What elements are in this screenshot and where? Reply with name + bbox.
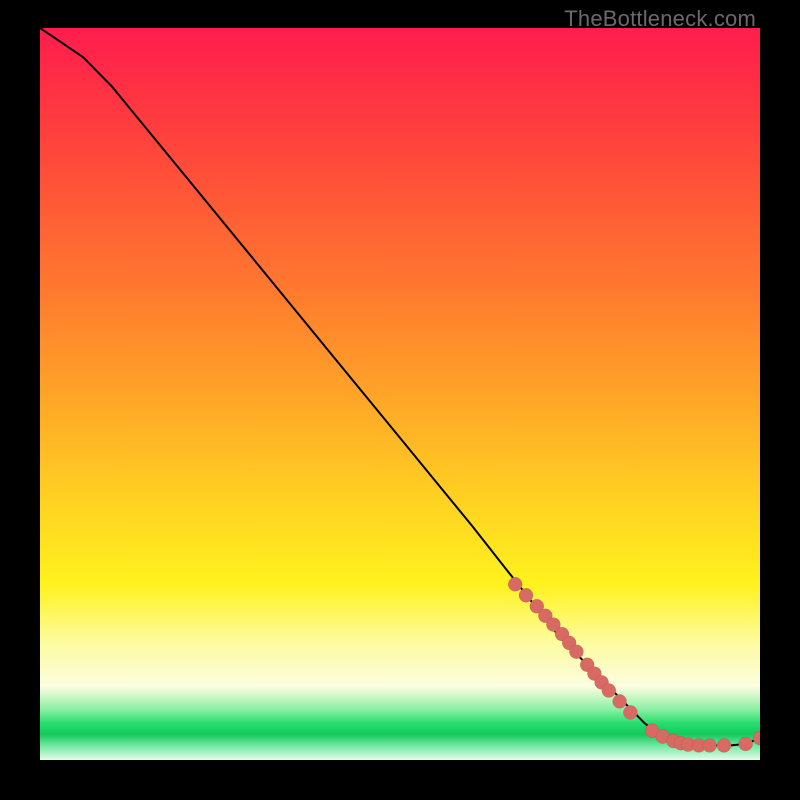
data-point: [602, 684, 616, 698]
data-point: [717, 738, 731, 752]
data-point: [569, 645, 583, 659]
chart-frame: TheBottleneck.com: [0, 0, 800, 800]
data-point: [623, 705, 637, 719]
data-point: [508, 577, 522, 591]
plot-area: [40, 28, 760, 760]
data-point: [519, 588, 533, 602]
data-point: [613, 694, 627, 708]
chart-overlay: [40, 28, 760, 760]
data-point: [739, 737, 753, 751]
data-point: [703, 738, 717, 752]
bottleneck-curve: [40, 28, 760, 745]
marker-group: [508, 577, 760, 752]
data-point: [753, 731, 760, 745]
